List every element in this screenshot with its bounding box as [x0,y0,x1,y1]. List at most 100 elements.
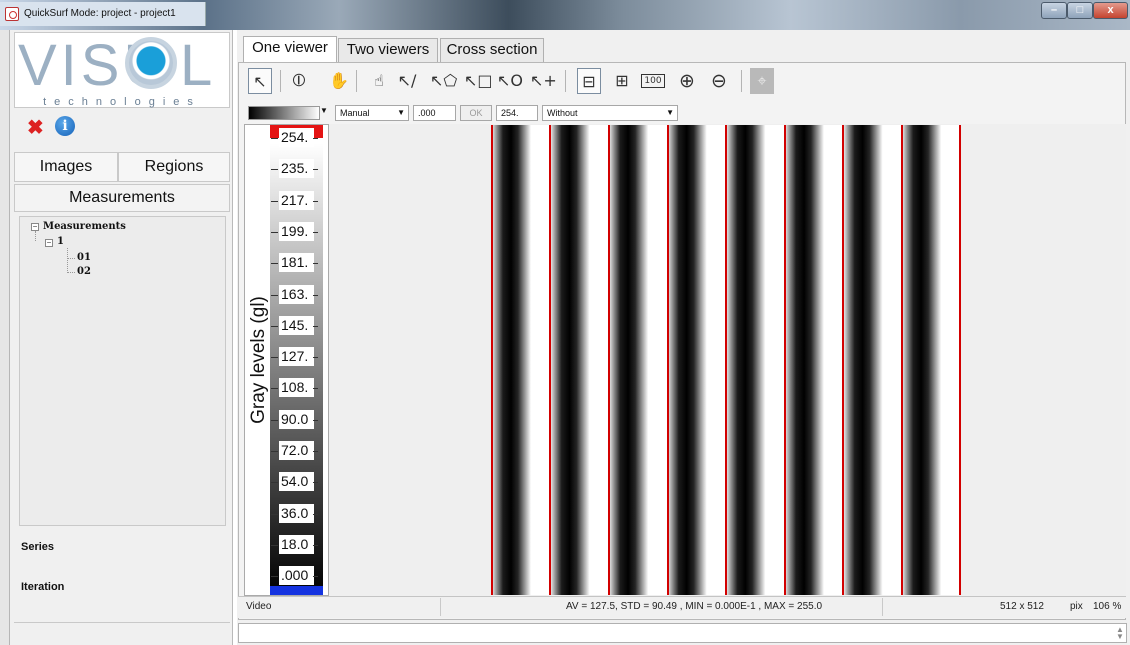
zoom-out-icon[interactable]: ⊖ [707,68,731,94]
minimize-button[interactable]: – [1041,2,1067,19]
scale-tick-mark [313,325,318,327]
measurement-line[interactable] [842,125,844,595]
scale-tick-mark [271,325,278,327]
tree-item-02[interactable]: 02 [77,266,91,277]
scale-tick-mark [271,294,278,296]
scale-tick-mark [271,138,278,139]
scale-tick-mark [271,200,278,202]
status-image-size: 512 x 512 [1000,601,1044,612]
tree-collapse-child[interactable]: − [45,239,53,247]
logo-ring [125,37,177,89]
measurement-line[interactable] [784,125,786,595]
crosshair-icon[interactable]: ⌖ [750,68,774,94]
scale-tick-label: 127. [279,347,314,367]
zoom-100-icon[interactable]: 100 [641,68,665,94]
tree-connector [67,248,68,273]
tree-item-1[interactable]: 1 [57,236,64,247]
fit-width-icon[interactable]: ⊟ [577,68,601,94]
scale-tick-label: 254. [279,128,314,147]
scale-tick-mark [271,231,278,233]
tree-item-01[interactable]: 01 [77,252,91,263]
toolbar-separator [565,70,566,92]
scale-tick-mark [313,419,318,421]
tab-regions[interactable]: Regions [118,152,230,182]
maximize-button[interactable]: □ [1067,2,1093,19]
measurement-line[interactable] [901,125,903,595]
measurement-line[interactable] [549,125,551,595]
mode-value: Manual [340,108,370,118]
scale-tick-label: 18.0 [279,534,314,554]
scale-tick-mark [313,231,318,233]
tree-item-root[interactable]: Measurements [43,221,126,232]
scale-tick-label: 54.0 [279,472,314,492]
polygon-tool-icon[interactable]: ↖⬠ [430,68,457,94]
chevron-down-icon[interactable]: ▼ [320,106,328,115]
chevron-down-icon: ▼ [666,108,674,117]
close-window-button[interactable]: x [1093,2,1128,19]
colormap-select[interactable] [248,106,320,120]
point-select-icon[interactable]: ☝ [367,68,391,94]
scale-tick-mark [271,544,278,546]
min-value-input[interactable]: .000 [413,105,456,121]
scale-tick-mark [271,419,278,421]
status-stats: AV = 127.5, STD = 90.49 , MIN = 0.000E-1… [566,601,823,612]
scale-tick-label: 108. [279,378,314,398]
logo-subtitle: technologies [43,96,201,108]
tab-cross-section[interactable]: Cross section [440,38,544,62]
range-icon[interactable]: ⦶ [287,68,311,94]
scale-tick-mark [313,263,318,265]
overlay-select[interactable]: Without ▼ [542,105,678,121]
tree-collapse-root[interactable]: − [31,223,39,231]
measurement-line[interactable] [725,125,727,595]
scale-tick-mark [313,544,318,546]
scale-tick-label: 36.0 [279,503,314,523]
scale-axis-label: Gray levels (gl) [248,296,269,424]
info-icon[interactable]: i [55,116,75,136]
pan-hand-icon[interactable]: ✋ [327,68,351,94]
scale-tick-mark [271,482,278,484]
close-icon[interactable]: ✖ [27,118,44,138]
ellipse-tool-icon[interactable]: ↖O [497,68,523,94]
status-source: Video [246,601,272,612]
spin-arrows-icon[interactable]: ▲ ▼ [1116,626,1124,641]
tab-two-viewers[interactable]: Two viewers [338,38,438,62]
tree-connector [35,231,36,241]
scale-tick-label: .000 [279,566,314,586]
app-icon[interactable] [5,7,19,21]
scale-tick-mark [313,357,318,359]
ok-button[interactable]: OK [460,105,492,121]
toolbar-separator [280,70,281,92]
scale-tick-label: 181. [279,253,314,273]
pointer-icon[interactable]: ↖ [248,68,272,94]
max-value-input[interactable]: 254. [496,105,538,121]
scale-tick-mark [313,138,318,139]
overlay-value: Without [547,108,578,118]
scale-tick-label: 235. [279,159,314,179]
measurement-line[interactable] [608,125,610,595]
line-tool-icon[interactable]: ↖/ [395,68,419,94]
scale-tick-mark [313,169,318,171]
status-separator [882,598,883,616]
scale-tick-mark [271,357,278,359]
add-point-icon[interactable]: ↖+ [530,68,557,94]
toolbar-separator [741,70,742,92]
measurement-line[interactable] [667,125,669,595]
scale-tick-label: 72.0 [279,441,314,460]
measurement-line[interactable] [491,125,493,595]
tree-connector [67,258,75,259]
tree-connector [67,272,75,273]
iteration-label: Iteration [21,581,65,593]
scale-tick-mark [313,482,318,484]
toolbar-separator [356,70,357,92]
tab-images[interactable]: Images [14,152,118,182]
mode-select[interactable]: Manual ▼ [335,105,409,121]
tab-measurements[interactable]: Measurements [14,184,230,212]
rectangle-tool-icon[interactable]: ↖□ [464,68,493,94]
command-input[interactable] [238,623,1127,643]
zoom-in-icon[interactable]: ⊕ [675,68,699,94]
tab-one-viewer[interactable]: One viewer [243,36,337,62]
measurement-line[interactable] [959,125,961,595]
scale-tick-label: 90.0 [279,409,314,429]
status-unit: pix [1070,601,1083,612]
fit-window-icon[interactable]: ⊞ [610,68,634,94]
